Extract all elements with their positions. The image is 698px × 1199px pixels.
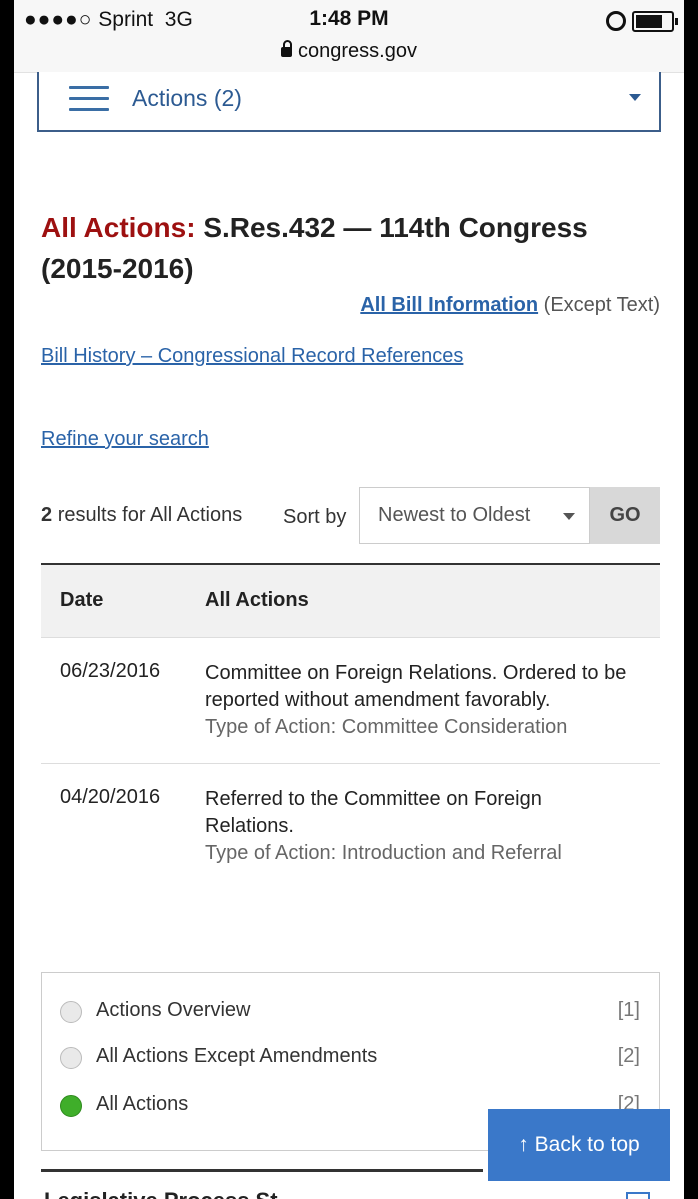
sort-select[interactable]: Newest to Oldest <box>359 487 590 544</box>
page-title-prefix: All Actions: <box>41 212 196 243</box>
refine-search-link[interactable]: Refine your search <box>41 428 209 451</box>
url-bar[interactable]: congress.gov <box>14 40 684 63</box>
table-row: 06/23/2016 Committee on Foreign Relation… <box>41 637 660 763</box>
battery-icon <box>632 11 678 32</box>
table-row: 04/20/2016 Referred to the Committee on … <box>41 763 660 889</box>
go-button[interactable]: GO <box>590 487 660 544</box>
all-bill-info-link[interactable]: All Bill Information <box>360 294 538 316</box>
url-text: congress.gov <box>298 40 417 62</box>
actions-dropdown[interactable]: Actions (2) <box>37 72 661 132</box>
sort-select-value: Newest to Oldest <box>378 504 531 526</box>
bill-history-link[interactable]: Bill History – Congressional Record Refe… <box>41 345 463 368</box>
lock-icon <box>281 40 293 57</box>
column-header-actions: All Actions <box>205 589 309 611</box>
checkbox-icon[interactable] <box>626 1192 650 1199</box>
chevron-down-icon <box>563 513 575 520</box>
results-number: 2 <box>41 504 53 526</box>
filter-actions-overview[interactable]: Actions Overview [1] <box>60 998 640 1028</box>
alarm-icon <box>606 11 626 31</box>
column-header-date: Date <box>60 589 104 611</box>
clock: 1:48 PM <box>309 7 389 30</box>
filter-count: [1] <box>617 999 640 1021</box>
chevron-down-icon <box>629 94 641 101</box>
action-type: Type of Action: Committee Consideration <box>205 716 568 738</box>
status-bar: ●●●●○ Sprint 3G 1:48 PM congress.gov <box>14 0 684 73</box>
table-header: Date All Actions <box>41 563 660 637</box>
filter-label: All Actions Except Amendments <box>96 1045 378 1067</box>
filter-all-actions-except-amendments[interactable]: All Actions Except Amendments [2] <box>60 1044 640 1074</box>
filter-label: Actions Overview <box>96 999 251 1021</box>
action-description: Referred to the Committee on Foreign Rel… <box>205 786 635 867</box>
all-bill-info: All Bill Information (Except Text) <box>360 294 660 317</box>
phone-screen: ●●●●○ Sprint 3G 1:48 PM congress.gov Act… <box>14 0 684 1199</box>
back-to-top-button[interactable]: ↑ Back to top <box>488 1109 670 1181</box>
results-suffix: results for All Actions <box>57 504 243 526</box>
filter-label: All Actions <box>96 1093 189 1115</box>
next-section-heading: Legislative Process St <box>44 1188 278 1199</box>
action-text: Committee on Foreign Relations. Ordered … <box>205 662 627 711</box>
radio-button[interactable] <box>60 1001 82 1023</box>
actions-table: Date All Actions 06/23/2016 Committee on… <box>41 563 660 889</box>
radio-button[interactable] <box>60 1047 82 1069</box>
action-type: Type of Action: Introduction and Referra… <box>205 842 562 864</box>
action-date: 06/23/2016 <box>60 660 161 682</box>
page-title: All Actions: S.Res.432 — 114th Congress … <box>41 207 661 289</box>
action-date: 04/20/2016 <box>60 786 161 808</box>
menu-icon <box>69 84 109 114</box>
results-count: 2 results for All Actions <box>41 504 242 527</box>
action-text: Referred to the Committee on Foreign Rel… <box>205 788 542 837</box>
action-description: Committee on Foreign Relations. Ordered … <box>205 660 635 741</box>
filter-count: [2] <box>617 1045 640 1067</box>
radio-button-checked[interactable] <box>60 1095 82 1117</box>
section-divider <box>41 1169 483 1172</box>
all-bill-info-suffix: (Except Text) <box>543 294 660 316</box>
actions-dropdown-label: Actions (2) <box>132 85 242 111</box>
sort-label: Sort by <box>283 506 347 528</box>
